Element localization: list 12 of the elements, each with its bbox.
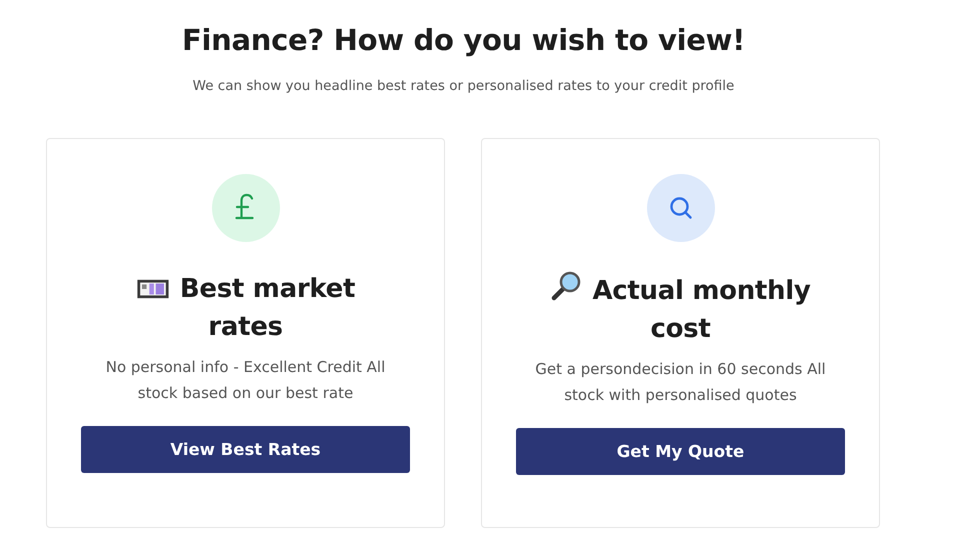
page-subheading: We can show you headline best rates or personalised rates to your credit profile <box>192 77 734 96</box>
card-title: Best market rates <box>180 274 356 342</box>
search-icon <box>646 174 714 242</box>
action-button[interactable]: View Best Rates <box>81 426 410 473</box>
banknote-icon <box>136 278 170 300</box>
pound-icon <box>212 174 280 242</box>
card-description: No personal info - Excellent Credit All stock based on our best rate <box>104 357 386 404</box>
magnifier-icon <box>550 270 582 302</box>
card-title: Actual monthly cost <box>592 276 811 344</box>
card-description: Get a persondecision in 60 seconds All stock with personalised quotes <box>534 359 827 406</box>
action-button[interactable]: Get My Quote <box>516 428 845 475</box>
page-heading: Finance? How do you wish to view! <box>182 22 746 58</box>
